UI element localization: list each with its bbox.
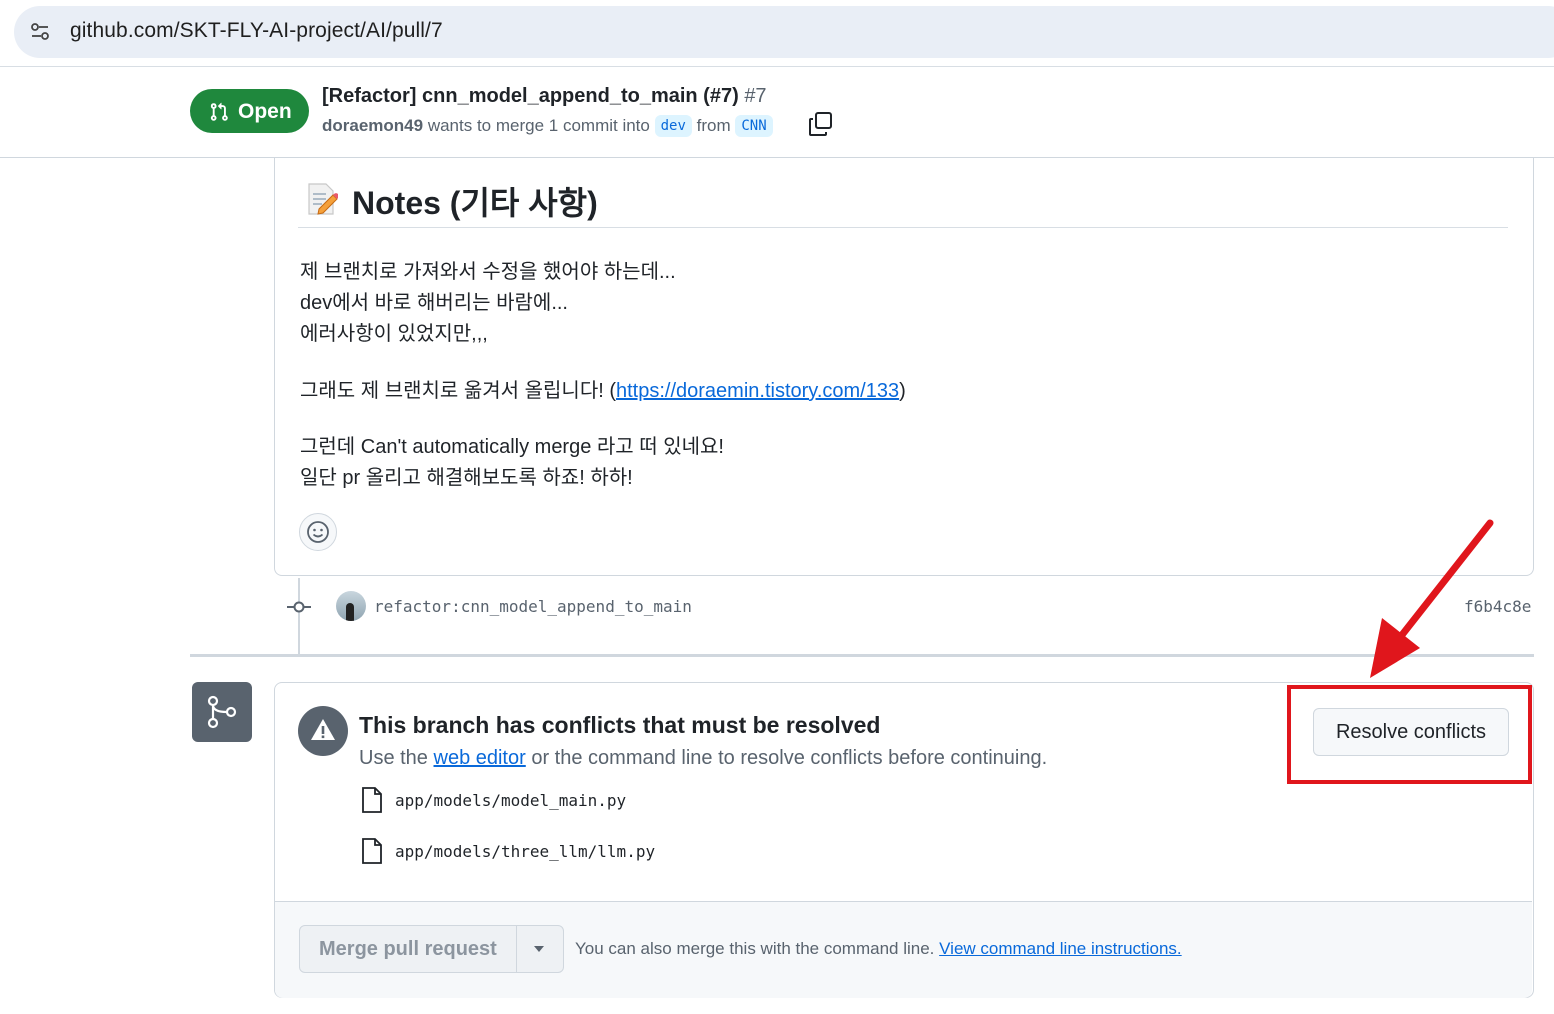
conflict-file-path: app/models/three_llm/llm.py bbox=[395, 842, 656, 861]
avatar[interactable] bbox=[336, 591, 366, 621]
smiley-icon bbox=[307, 521, 329, 543]
comment-line-5: 그런데 Can't automatically merge 라고 떠 있네요! bbox=[300, 436, 724, 458]
merge-pull-request-button[interactable]: Merge pull request bbox=[299, 925, 518, 973]
pr-title-text: [Refactor] cnn_model_append_to_main (#7) bbox=[322, 85, 739, 107]
merge-button-label: Merge pull request bbox=[319, 938, 497, 960]
pr-header: Open [Refactor] cnn_model_append_to_main… bbox=[0, 67, 1554, 158]
comment-line-4: 그래도 제 브랜치로 옮겨서 올립니다! (https://doraemin.t… bbox=[300, 374, 906, 403]
merge-hint: You can also merge this with the command… bbox=[575, 939, 1182, 959]
url-host: github.com bbox=[70, 19, 174, 42]
file-icon bbox=[362, 838, 382, 864]
url-text[interactable]: github.com/SKT-FLY-AI-project/AI/pull/7 bbox=[70, 19, 443, 43]
conflict-sub-prefix: Use the bbox=[359, 747, 428, 769]
conflict-title: This branch has conflicts that must be r… bbox=[359, 712, 881, 738]
add-reaction-button[interactable] bbox=[299, 513, 337, 551]
copy-icon[interactable] bbox=[808, 111, 834, 137]
timeline-line bbox=[298, 578, 300, 656]
url-path: /SKT-FLY-AI-project/AI/pull/7 bbox=[173, 19, 443, 42]
browser-toolbar: github.com/SKT-FLY-AI-project/AI/pull/7 bbox=[0, 0, 1554, 67]
merge-options-dropdown[interactable] bbox=[516, 925, 564, 973]
tune-icon[interactable] bbox=[30, 22, 50, 42]
git-branch-icon bbox=[207, 695, 237, 729]
comment-line-3: 에러사항이 있었지만,,, bbox=[300, 323, 488, 345]
pr-state-badge: Open bbox=[190, 89, 309, 133]
pr-number: #7 bbox=[744, 85, 767, 107]
heading-divider bbox=[298, 227, 1508, 228]
pr-from-text: from bbox=[696, 116, 731, 135]
triangle-down-icon bbox=[534, 946, 544, 952]
git-pull-request-icon bbox=[210, 102, 228, 121]
conflict-description: Use the web editor or the command line t… bbox=[359, 747, 1047, 770]
file-icon bbox=[362, 787, 382, 813]
highlight-box bbox=[1287, 685, 1532, 784]
comment-line-4-close: ) bbox=[899, 380, 906, 402]
memo-icon bbox=[308, 183, 338, 215]
pr-meta: doraemon49 wants to merge 1 commit into … bbox=[322, 115, 773, 137]
comment-line-6: 일단 pr 올리고 해결해보도록 하죠! 하하! bbox=[300, 467, 633, 489]
blog-link[interactable]: https://doraemin.tistory.com/133 bbox=[616, 380, 899, 402]
merge-hint-text: You can also merge this with the command… bbox=[575, 939, 935, 958]
timeline-divider bbox=[190, 654, 1534, 657]
warning-icon-circle bbox=[298, 706, 348, 756]
pr-title: [Refactor] cnn_model_append_to_main (#7)… bbox=[322, 85, 767, 108]
red-arrow-icon bbox=[1370, 519, 1494, 678]
command-line-instructions-link[interactable]: View command line instructions. bbox=[939, 939, 1182, 958]
pr-author-link[interactable]: doraemon49 bbox=[322, 116, 423, 135]
commit-message-link[interactable]: refactor:cnn_model_append_to_main bbox=[374, 597, 692, 616]
web-editor-link[interactable]: web editor bbox=[434, 747, 526, 769]
notes-title: Notes (기타 사항) bbox=[352, 185, 598, 221]
pr-state-label: Open bbox=[238, 100, 292, 123]
base-branch-label[interactable]: dev bbox=[654, 115, 692, 137]
comment-line-2: dev에서 바로 해버리는 바람에... bbox=[300, 292, 568, 314]
pr-merge-text: wants to merge 1 commit into bbox=[427, 116, 650, 135]
conflict-file-path: app/models/model_main.py bbox=[395, 791, 627, 810]
comment-line-4-text: 그래도 제 브랜치로 옮겨서 올립니다! ( bbox=[300, 380, 616, 402]
head-branch-label[interactable]: CNN bbox=[735, 115, 773, 137]
comment-line-1: 제 브랜치로 가져와서 수정을 했어야 하는데... bbox=[300, 261, 676, 283]
merge-status-icon-box bbox=[192, 682, 252, 742]
conflict-sub-suffix: or the command line to resolve conflicts… bbox=[531, 747, 1048, 769]
git-commit-icon bbox=[287, 601, 311, 613]
alert-icon bbox=[311, 719, 335, 740]
